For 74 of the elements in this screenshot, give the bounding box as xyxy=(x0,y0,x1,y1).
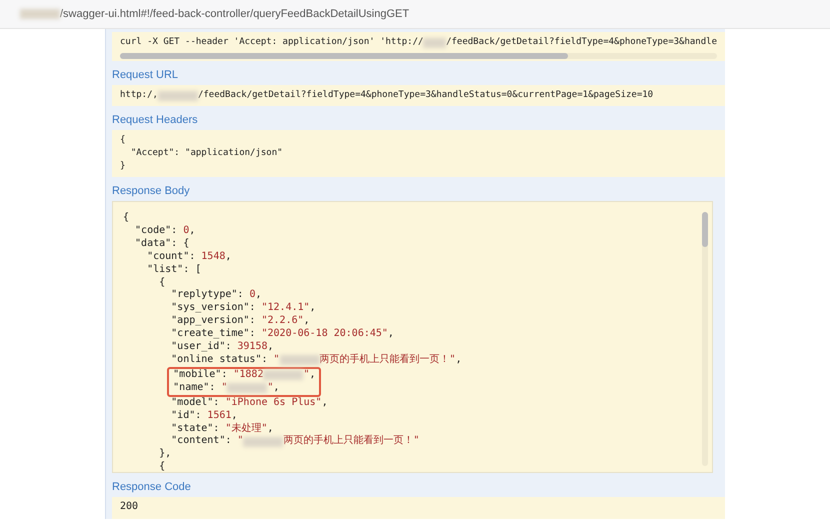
json-value: "12.4.1" xyxy=(261,302,310,316)
json-value: 0 xyxy=(183,224,190,238)
code-text: "content": xyxy=(170,435,232,448)
code-text: "mobile": xyxy=(172,368,228,382)
code-text: "online status": xyxy=(170,354,268,367)
code-text: "Accept": "application/json" xyxy=(130,147,283,160)
json-value: 39158 xyxy=(237,341,268,354)
code-text: /feedBack/getDetail?fieldType=4&phoneType=3&handleStatus=0&currentPage=1&pageSize=10 xyxy=(198,89,654,102)
code-text: , xyxy=(267,422,274,436)
code-text: /swagger-ui.html#!/feed-back-controller/queryFeedBackDetailUsingGET xyxy=(60,8,410,20)
code-text: http:/, xyxy=(120,89,158,102)
code-text: "code": xyxy=(134,224,178,238)
json-value: " xyxy=(303,368,310,382)
code-text: "list": [ xyxy=(146,264,202,277)
code-text: { xyxy=(158,276,166,290)
json-value: "2.2.6" xyxy=(261,315,304,328)
code-text: "data": { xyxy=(134,238,190,251)
code-text: { xyxy=(158,461,166,474)
json-value: 0 xyxy=(249,289,256,302)
code-text: "app_version": xyxy=(170,315,256,328)
code-text: "state": xyxy=(170,422,220,436)
redacted-blur xyxy=(280,355,320,366)
code-text: , xyxy=(388,328,394,342)
code-text: "name": xyxy=(172,382,216,395)
address-bar[interactable]: /swagger-ui.html#!/feed-back-controller/queryFeedBackDetailUsingGET xyxy=(0,0,830,29)
code-text: , xyxy=(304,315,310,328)
redacted-blur xyxy=(243,436,284,447)
json-value: " xyxy=(267,382,274,395)
json-value: 1548 xyxy=(201,250,226,264)
code-text: , xyxy=(231,410,238,422)
redacted-blur xyxy=(263,370,304,380)
code-text: , xyxy=(273,382,280,395)
code-text: "count": xyxy=(146,250,196,264)
json-value: "未处理" xyxy=(225,422,268,436)
section-heading: Response Code xyxy=(112,481,192,493)
code-text: , xyxy=(322,396,328,410)
redacted-blur xyxy=(423,38,446,48)
scrollbar[interactable] xyxy=(120,53,717,59)
redacted-blur xyxy=(20,9,60,19)
json-value: "2020-06-18 20:06:45" xyxy=(261,328,388,342)
response-code: 200 xyxy=(120,501,138,512)
code-text: , xyxy=(255,289,262,302)
json-value: 两页的手机上只能看到一页！" xyxy=(320,354,456,367)
redacted-blur xyxy=(227,383,268,394)
code-text: }, xyxy=(158,448,172,461)
scrollbar[interactable] xyxy=(702,212,708,466)
code-text: "create_time": xyxy=(170,328,256,341)
code-text: } xyxy=(120,160,126,173)
section-heading: Response Body xyxy=(112,185,191,197)
code-text: "sys_version": xyxy=(170,302,256,315)
code-text: , xyxy=(225,250,232,264)
code-text: , xyxy=(456,354,462,367)
code-text: , xyxy=(310,368,316,382)
json-value: " xyxy=(274,354,280,367)
code-text: { xyxy=(120,134,126,147)
section-heading: Request URL xyxy=(112,69,180,81)
code-text: , xyxy=(268,341,274,354)
redacted-blur xyxy=(158,90,198,100)
json-value: 两页的手机上只能看到一页！" xyxy=(283,435,420,448)
code-text: , xyxy=(310,302,316,316)
code-text: /feedBack/getDetail?fieldType=4&phoneType=3&handle xyxy=(446,36,717,49)
code-text: curl -X GET --header 'Accept: application/json' 'http:// xyxy=(120,36,424,49)
code-text: "id": xyxy=(170,410,202,422)
code-text: "user_id": xyxy=(170,341,232,354)
code-text: { xyxy=(123,212,130,225)
json-value: " xyxy=(237,435,244,448)
json-value: "1882 xyxy=(233,368,264,382)
json-value: "iPhone 6s Plus" xyxy=(225,396,322,410)
json-value: 1561 xyxy=(207,410,232,422)
json-value: " xyxy=(221,382,228,395)
code-text: "model": xyxy=(170,396,220,410)
section-heading: Request Headers xyxy=(112,114,199,126)
code-text: , xyxy=(189,224,196,238)
code-text: "replytype": xyxy=(170,289,244,302)
